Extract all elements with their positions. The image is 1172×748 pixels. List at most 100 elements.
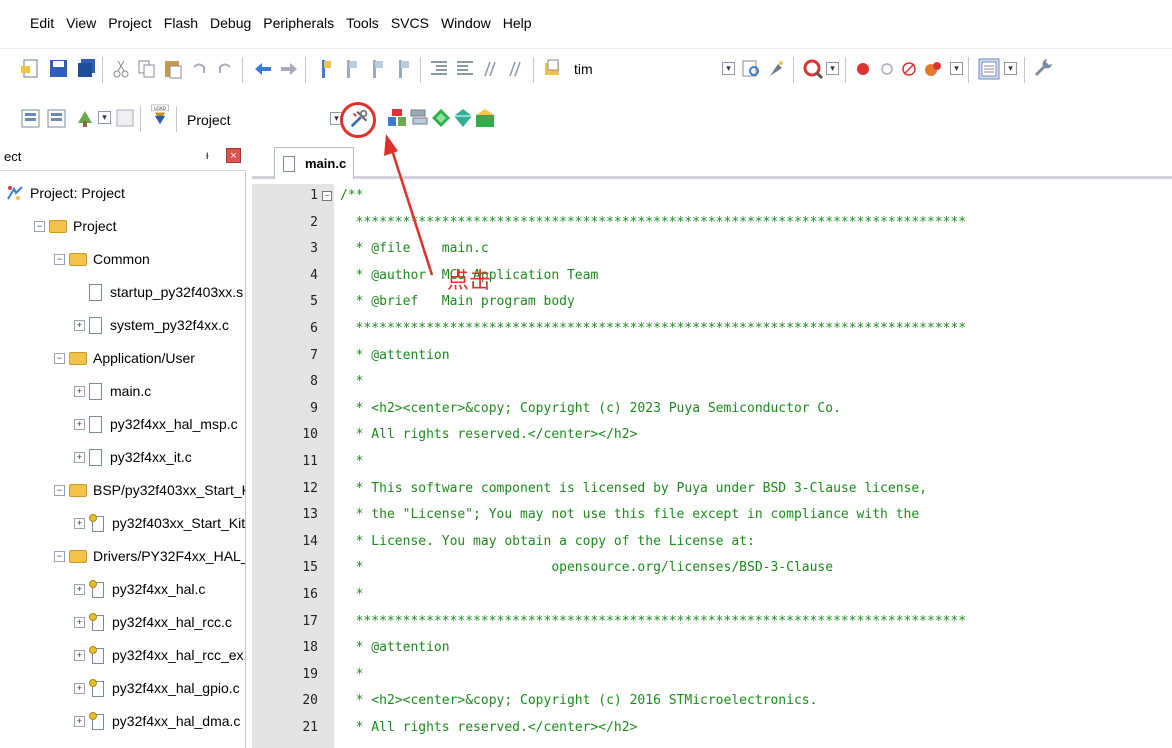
nav-forward-icon[interactable] <box>278 58 300 80</box>
window-layout-icon[interactable] <box>978 58 1000 80</box>
tree-item-label: py32f4xx_it.c <box>110 449 192 465</box>
batch-build-dropdown-arrow[interactable]: ▾ <box>98 111 111 124</box>
project-target-select[interactable]: Project <box>187 112 231 128</box>
tree-item[interactable]: + py32f403xx_Start_Kit.c <box>74 510 245 536</box>
find-icon[interactable] <box>740 58 762 80</box>
save-icon[interactable] <box>48 58 70 80</box>
save-all-icon[interactable] <box>76 58 98 80</box>
tree-item[interactable]: + py32f4xx_hal_msp.c <box>74 411 238 437</box>
expand-icon[interactable]: + <box>74 385 85 397</box>
new-file-icon[interactable] <box>20 58 42 80</box>
line-number: 15 <box>302 560 318 576</box>
expand-icon[interactable]: + <box>74 451 85 463</box>
menu-item-svcs[interactable]: SVCS <box>391 15 429 31</box>
disable-breakpoints-icon[interactable] <box>898 58 920 80</box>
expand-icon[interactable]: + <box>74 418 85 430</box>
tab-main-c[interactable]: main.c <box>274 147 354 179</box>
pin-icon[interactable]: ᵻ <box>206 148 209 162</box>
prev-bookmark-icon[interactable] <box>341 58 363 80</box>
tree-item[interactable]: − BSP/py32f403xx_Start_Kit <box>54 477 245 503</box>
build-icon[interactable] <box>46 107 68 129</box>
translate-icon[interactable] <box>20 107 42 129</box>
copy-icon[interactable] <box>136 58 158 80</box>
kill-breakpoints-icon[interactable] <box>922 58 944 80</box>
menu-item-peripherals[interactable]: Peripherals <box>263 15 334 31</box>
expand-icon[interactable]: + <box>74 319 85 331</box>
select-packs-icon[interactable] <box>430 107 452 129</box>
tree-item[interactable]: + py32f4xx_hal_rcc.c <box>74 609 232 635</box>
code-line: * License. You may obtain a copy of the … <box>340 533 755 549</box>
load-download-icon[interactable]: LOAD <box>148 104 172 126</box>
tree-item[interactable]: startup_py32f403xx.s <box>74 279 243 305</box>
rebuild-icon[interactable] <box>74 107 96 129</box>
cut-icon[interactable] <box>110 58 132 80</box>
window-layout-dropdown-arrow[interactable]: ▾ <box>1004 62 1017 75</box>
collapse-icon[interactable]: − <box>34 220 45 232</box>
menu-item-tools[interactable]: Tools <box>346 15 379 31</box>
expand-icon[interactable]: + <box>74 583 85 595</box>
indent-icon[interactable] <box>428 58 450 80</box>
tree-item[interactable]: − Project <box>34 213 117 239</box>
expand-icon[interactable]: + <box>74 682 85 694</box>
header-file-icon <box>89 514 105 532</box>
fold-toggle-icon[interactable]: − <box>322 191 332 201</box>
manage-run-time-environment-icon[interactable] <box>474 107 496 129</box>
collapse-icon[interactable]: − <box>54 253 65 265</box>
tree-item[interactable]: − Drivers/PY32F4xx_HAL_Drive <box>54 543 245 569</box>
tree-item[interactable]: + py32f4xx_hal.c <box>74 576 205 602</box>
redo-icon[interactable] <box>214 58 236 80</box>
tree-item[interactable]: − Common <box>54 246 150 272</box>
menu-item-edit[interactable]: Edit <box>30 15 54 31</box>
tree-item[interactable]: + py32f4xx_hal_dma.c <box>74 708 240 734</box>
file-extensions-icon[interactable] <box>408 107 430 129</box>
expand-icon[interactable]: + <box>74 517 85 529</box>
tree-item[interactable]: + py32f4xx_it.c <box>74 444 192 470</box>
tree-item[interactable]: Project: Project <box>6 180 125 206</box>
find-in-files-icon[interactable] <box>542 58 564 80</box>
expand-icon[interactable]: + <box>74 616 85 628</box>
toolbar-separator <box>176 106 177 132</box>
collapse-icon[interactable]: − <box>54 352 65 364</box>
enable-breakpoint-icon[interactable] <box>876 58 898 80</box>
tree-item[interactable]: − Application/User <box>54 345 195 371</box>
tree-item[interactable]: + py32f4xx_hal_gpio.c <box>74 675 240 701</box>
comment-icon[interactable] <box>480 58 502 80</box>
find-dropdown-arrow[interactable]: ▾ <box>722 62 735 75</box>
stop-build-icon[interactable] <box>114 107 136 129</box>
paste-icon[interactable] <box>162 58 184 80</box>
tree-item[interactable]: + py32f4xx_hal_rcc_ex.c <box>74 642 245 668</box>
close-icon[interactable]: × <box>226 148 241 163</box>
tree-item[interactable]: + system_py32f4xx.c <box>74 312 229 338</box>
tree-item-label: main.c <box>110 383 152 399</box>
configure-tools-icon[interactable] <box>1032 57 1054 79</box>
menu-item-flash[interactable]: Flash <box>164 15 198 31</box>
next-bookmark-icon[interactable] <box>367 58 389 80</box>
tree-item-label: system_py32f4xx.c <box>110 317 230 333</box>
clear-bookmarks-icon[interactable] <box>393 58 415 80</box>
debug-session-icon[interactable] <box>802 58 824 80</box>
collapse-icon[interactable]: − <box>54 550 65 562</box>
breakpoint-dropdown-arrow[interactable]: ▾ <box>950 62 963 75</box>
unindent-icon[interactable] <box>454 58 476 80</box>
nav-back-icon[interactable] <box>252 58 274 80</box>
menu-item-view[interactable]: View <box>66 15 96 31</box>
expand-icon[interactable]: + <box>74 649 85 661</box>
find-target-text[interactable]: tim <box>574 61 593 77</box>
incremental-find-icon[interactable] <box>766 58 788 80</box>
expand-icon[interactable]: + <box>74 715 85 727</box>
collapse-icon[interactable]: − <box>54 484 65 496</box>
menu-item-debug[interactable]: Debug <box>210 15 251 31</box>
menu-item-help[interactable]: Help <box>503 15 532 31</box>
bookmark-icon[interactable] <box>315 58 337 80</box>
insert-breakpoint-icon[interactable] <box>852 58 874 80</box>
menu-item-window[interactable]: Window <box>441 15 491 31</box>
menu-item-project[interactable]: Project <box>108 15 152 31</box>
pack-installer-icon[interactable] <box>452 107 474 129</box>
uncomment-icon[interactable] <box>506 58 528 80</box>
debug-dropdown-arrow[interactable]: ▾ <box>826 62 839 75</box>
tree-item[interactable]: + main.c <box>74 378 151 404</box>
manage-project-items-icon[interactable] <box>386 107 408 129</box>
line-number: 14 <box>302 533 318 549</box>
undo-icon[interactable] <box>188 58 210 80</box>
tree-item-label: Application/User <box>93 350 195 366</box>
